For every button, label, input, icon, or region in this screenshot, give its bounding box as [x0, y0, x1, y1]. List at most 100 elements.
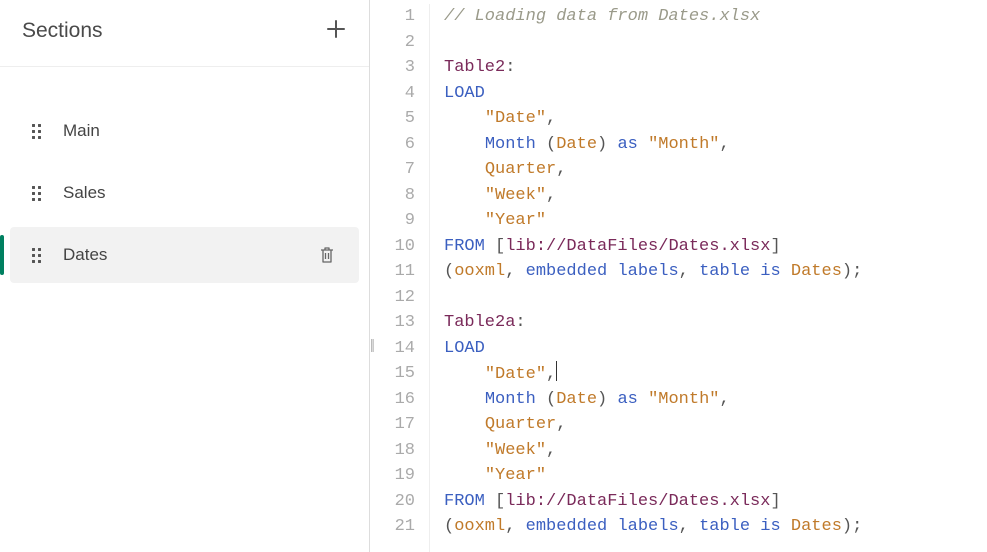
code-line[interactable]: Quarter, — [444, 412, 862, 438]
token-ident: Date — [556, 135, 597, 154]
token-plain: , — [679, 262, 699, 281]
code-line[interactable]: Table2: — [444, 55, 862, 81]
token-plain: ) — [597, 390, 617, 409]
sidebar-item-label: Main — [63, 121, 337, 141]
code-line[interactable]: "Week", — [444, 438, 862, 464]
line-number: 13 — [370, 310, 415, 336]
drag-handle-icon[interactable] — [32, 248, 41, 263]
sidebar-item-label: Sales — [63, 183, 337, 203]
token-plain — [444, 415, 485, 434]
line-number: 20 — [370, 489, 415, 515]
token-ident: ooxml — [454, 262, 505, 281]
code-line[interactable] — [444, 30, 862, 56]
line-number: 11 — [370, 259, 415, 285]
token-ident: Dates — [791, 517, 842, 536]
token-istable: table is — [699, 262, 781, 281]
token-string: "Month" — [648, 135, 719, 154]
code-line[interactable]: Table2a: — [444, 310, 862, 336]
token-plain: ] — [770, 492, 780, 511]
add-section-button[interactable] — [325, 18, 347, 44]
sidebar-title: Sections — [22, 19, 103, 43]
code-line[interactable]: "Week", — [444, 183, 862, 209]
token-plain: , — [556, 415, 566, 434]
delete-section-button[interactable] — [317, 245, 337, 265]
token-plain: , — [719, 390, 729, 409]
token-plain: , — [556, 160, 566, 179]
sidebar-item-dates[interactable]: Dates — [10, 227, 359, 283]
sidebar-item-sales[interactable]: Sales — [10, 165, 359, 221]
line-number: 15 — [370, 361, 415, 387]
token-plain — [444, 390, 485, 409]
line-number: 6 — [370, 132, 415, 158]
token-plain — [638, 135, 648, 154]
token-func: Month — [485, 135, 536, 154]
code-line[interactable]: "Date", — [444, 361, 862, 387]
token-comment: // Loading data from Dates.xlsx — [444, 7, 760, 26]
code-line[interactable]: LOAD — [444, 336, 862, 362]
token-plain — [444, 441, 485, 460]
line-number: 10 — [370, 234, 415, 260]
code-line[interactable]: (ooxml, embedded labels, table is Dates)… — [444, 514, 862, 540]
line-number: 3 — [370, 55, 415, 81]
token-plain: , — [679, 517, 699, 536]
token-ident: Quarter — [485, 160, 556, 179]
code-line[interactable]: Month (Date) as "Month", — [444, 132, 862, 158]
token-keyword: embedded labels — [526, 517, 679, 536]
token-plain: ( — [444, 517, 454, 536]
code-line[interactable]: "Year" — [444, 463, 862, 489]
token-keyword: LOAD — [444, 339, 485, 358]
code-line[interactable]: Quarter, — [444, 157, 862, 183]
token-plain: ); — [842, 517, 862, 536]
token-plain: , — [546, 186, 556, 205]
code-line[interactable]: FROM [lib://DataFiles/Dates.xlsx] — [444, 234, 862, 260]
line-number: 18 — [370, 438, 415, 464]
token-string: "Year" — [485, 466, 546, 485]
code-line[interactable]: (ooxml, embedded labels, table is Dates)… — [444, 259, 862, 285]
code-line[interactable]: FROM [lib://DataFiles/Dates.xlsx] — [444, 489, 862, 515]
token-plain: ); — [842, 262, 862, 281]
token-libpath: lib://DataFiles/Dates.xlsx — [505, 492, 770, 511]
token-string: "Date" — [485, 109, 546, 128]
token-plain — [781, 517, 791, 536]
token-ident: Dates — [791, 262, 842, 281]
token-plain: , — [505, 517, 525, 536]
line-number: 2 — [370, 30, 415, 56]
token-tablename: Table2a — [444, 313, 515, 332]
token-keyword: as — [617, 135, 637, 154]
script-editor[interactable]: 123456789101112131415161718192021 // Loa… — [370, 0, 987, 552]
sidebar-item-main[interactable]: Main — [10, 103, 359, 159]
token-ident: Quarter — [485, 415, 556, 434]
code-line[interactable]: LOAD — [444, 81, 862, 107]
token-plain — [444, 466, 485, 485]
token-plain: , — [719, 135, 729, 154]
token-string: "Date" — [485, 365, 546, 384]
pane-resizer[interactable]: || — [370, 336, 373, 352]
token-plain: : — [505, 58, 515, 77]
token-func: Month — [485, 390, 536, 409]
code-line[interactable]: "Date", — [444, 106, 862, 132]
token-keyword: embedded labels — [526, 262, 679, 281]
line-number: 4 — [370, 81, 415, 107]
token-plain: ( — [536, 390, 556, 409]
section-list: Main Sales Dates — [0, 67, 369, 289]
code-line[interactable]: Month (Date) as "Month", — [444, 387, 862, 413]
token-plain: ] — [770, 237, 780, 256]
drag-handle-icon[interactable] — [32, 124, 41, 139]
token-istable: table is — [699, 517, 781, 536]
drag-handle-icon[interactable] — [32, 186, 41, 201]
line-number: 8 — [370, 183, 415, 209]
token-plain: , — [546, 441, 556, 460]
line-number: 21 — [370, 514, 415, 540]
token-plain — [444, 211, 485, 230]
token-keyword: LOAD — [444, 84, 485, 103]
code-line[interactable]: // Loading data from Dates.xlsx — [444, 4, 862, 30]
sections-sidebar: Sections Main Sales Dates || — [0, 0, 370, 552]
token-plain — [638, 390, 648, 409]
token-ident: ooxml — [454, 517, 505, 536]
line-number: 1 — [370, 4, 415, 30]
code-line[interactable]: "Year" — [444, 208, 862, 234]
code-area[interactable]: // Loading data from Dates.xlsx Table2: LO… — [430, 4, 862, 552]
code-line[interactable] — [444, 285, 862, 311]
token-plain: , — [546, 365, 556, 384]
plus-icon — [325, 16, 347, 46]
